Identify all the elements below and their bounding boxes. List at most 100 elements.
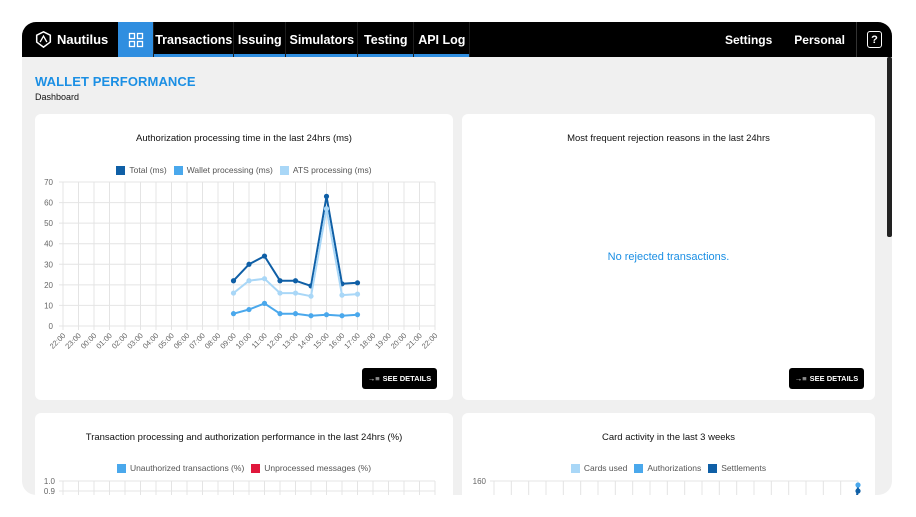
x-tick-label: 14:00: [296, 331, 316, 351]
data-point-wallet-processing-ms: [246, 306, 252, 313]
x-tick-label: 17:00: [342, 331, 362, 351]
data-point-wallet-processing-ms: [354, 312, 361, 318]
arrow-list-icon: →≡: [794, 374, 807, 383]
legend-item-settlements[interactable]: Settlements: [708, 463, 766, 473]
brand-name: Nautilus: [57, 32, 109, 47]
data-point-ats-processing-ms: [308, 293, 314, 299]
x-tick-label: 22:00: [420, 331, 440, 351]
performance-card: Transaction processing and authorization…: [35, 413, 453, 495]
y-tick-label: 0.9: [44, 487, 56, 495]
x-tick-label: 23:00: [63, 331, 83, 351]
data-point-wallet-processing-ms: [323, 312, 330, 318]
data-point-wallet-processing-ms: [339, 313, 345, 319]
data-point-authorizations: [855, 482, 861, 488]
data-point-wallet-processing-ms: [230, 311, 237, 317]
legend-item-unauthorized[interactable]: Unauthorized transactions (%): [116, 463, 244, 473]
page-scrollbar[interactable]: [887, 57, 892, 237]
legend-item-cards-used[interactable]: Cards used: [570, 463, 627, 473]
page-subtitle: Dashboard: [35, 92, 80, 102]
nav-simulators[interactable]: Simulators: [286, 22, 359, 57]
x-tick-label: 10:00: [234, 331, 254, 351]
auth-time-chart: 01020304050607022:0023:0000:0001:0002:00…: [44, 178, 440, 351]
nav-testing[interactable]: Testing: [358, 22, 415, 57]
auth-time-card-title: Authorization processing time in the las…: [136, 133, 352, 144]
y-tick-label: 60: [44, 199, 53, 208]
y-tick-label: 20: [44, 281, 53, 290]
data-point-total-ms: [323, 193, 330, 199]
y-tick-label: 160: [473, 477, 487, 486]
nav-api-log[interactable]: API Log: [414, 22, 471, 57]
rejections-card-title: Most frequent rejection reasons in the l…: [567, 133, 770, 144]
help-icon: ?: [867, 31, 882, 48]
x-tick-label: 13:00: [280, 331, 300, 351]
nav-transactions[interactable]: Transactions: [154, 22, 235, 57]
data-point-total-ms: [230, 278, 237, 284]
nav-dashboard-button[interactable]: [118, 22, 155, 57]
data-point-ats-processing-ms: [261, 276, 268, 282]
top-navigation-bar: Nautilus Transactions Issuing Simulators…: [22, 22, 892, 57]
y-tick-label: 0: [49, 322, 54, 331]
y-tick-label: 70: [44, 178, 53, 187]
see-details-button[interactable]: →≡ SEE DETAILS: [789, 368, 864, 389]
data-point-total-ms: [277, 278, 283, 284]
x-tick-label: 01:00: [94, 331, 114, 351]
y-tick-label: 10: [44, 301, 53, 310]
x-tick-label: 07:00: [187, 331, 207, 351]
x-tick-label: 02:00: [110, 331, 130, 351]
x-tick-label: 22:00: [48, 331, 68, 351]
card-activity-chart: 160: [473, 477, 861, 495]
legend-item-authorizations[interactable]: Authorizations: [634, 463, 701, 473]
x-tick-label: 16:00: [327, 331, 347, 351]
data-point-total-ms: [246, 261, 252, 267]
x-tick-label: 11:00: [250, 331, 269, 350]
x-tick-label: 20:00: [389, 331, 409, 351]
data-point-wallet-processing-ms: [308, 313, 314, 319]
x-tick-label: 09:00: [218, 331, 238, 351]
data-point-total-ms: [261, 253, 268, 259]
nautilus-logo-icon: [35, 31, 52, 48]
nav-personal[interactable]: Personal: [783, 22, 856, 57]
x-tick-label: 06:00: [172, 331, 192, 351]
page-title: WALLET PERFORMANCE: [35, 74, 196, 89]
help-button[interactable]: ?: [856, 22, 892, 57]
data-point-total-ms: [292, 278, 299, 284]
data-point-ats-processing-ms: [246, 278, 252, 284]
brand-logo[interactable]: Nautilus: [22, 22, 118, 57]
legend-item-wallet[interactable]: Wallet processing (ms): [173, 165, 273, 175]
x-tick-label: 08:00: [203, 331, 223, 351]
x-tick-label: 18:00: [358, 331, 378, 351]
y-tick-label: 50: [44, 219, 53, 228]
y-tick-label: 40: [44, 240, 53, 249]
performance-card-title: Transaction processing and authorization…: [85, 432, 403, 443]
legend-item-total[interactable]: Total (ms): [116, 165, 167, 175]
data-point-wallet-processing-ms: [261, 300, 268, 306]
nav-settings[interactable]: Settings: [714, 22, 783, 57]
x-tick-label: 05:00: [156, 331, 176, 351]
card-activity-card-title: Card activity in the last 3 weeks: [601, 432, 736, 443]
performance-chart: 1.00.9: [44, 477, 436, 495]
x-tick-label: 19:00: [373, 331, 393, 351]
dashboard-grid-icon: [128, 32, 143, 47]
data-point-ats-processing-ms: [292, 290, 299, 296]
data-point-wallet-processing-ms: [277, 311, 283, 317]
card-activity-card: Card activity in the last 3 weeks Cards …: [462, 413, 875, 495]
legend-item-ats[interactable]: ATS processing (ms): [279, 165, 372, 175]
data-point-ats-processing-ms: [323, 206, 330, 212]
data-point-ats-processing-ms: [354, 291, 361, 297]
data-point-wallet-processing-ms: [292, 311, 299, 317]
rejections-card: Most frequent rejection reasons in the l…: [462, 114, 875, 400]
arrow-list-icon: →≡: [367, 374, 380, 383]
card-activity-legend: Cards used Authorizations Settlements: [462, 463, 875, 473]
x-tick-label: 00:00: [79, 331, 99, 351]
x-tick-label: 15:00: [311, 331, 331, 351]
nav-issuing[interactable]: Issuing: [234, 22, 287, 57]
data-point-ats-processing-ms: [230, 290, 237, 296]
y-tick-label: 1.0: [44, 477, 56, 486]
auth-time-card: Authorization processing time in the las…: [35, 114, 453, 400]
x-tick-label: 12:00: [265, 331, 285, 351]
legend-item-unprocessed[interactable]: Unprocessed messages (%): [251, 463, 371, 473]
see-details-button[interactable]: →≡ SEE DETAILS: [362, 368, 437, 389]
app-window: Nautilus Transactions Issuing Simulators…: [22, 22, 892, 495]
y-tick-label: 30: [44, 260, 53, 269]
x-tick-label: 04:00: [141, 331, 161, 351]
